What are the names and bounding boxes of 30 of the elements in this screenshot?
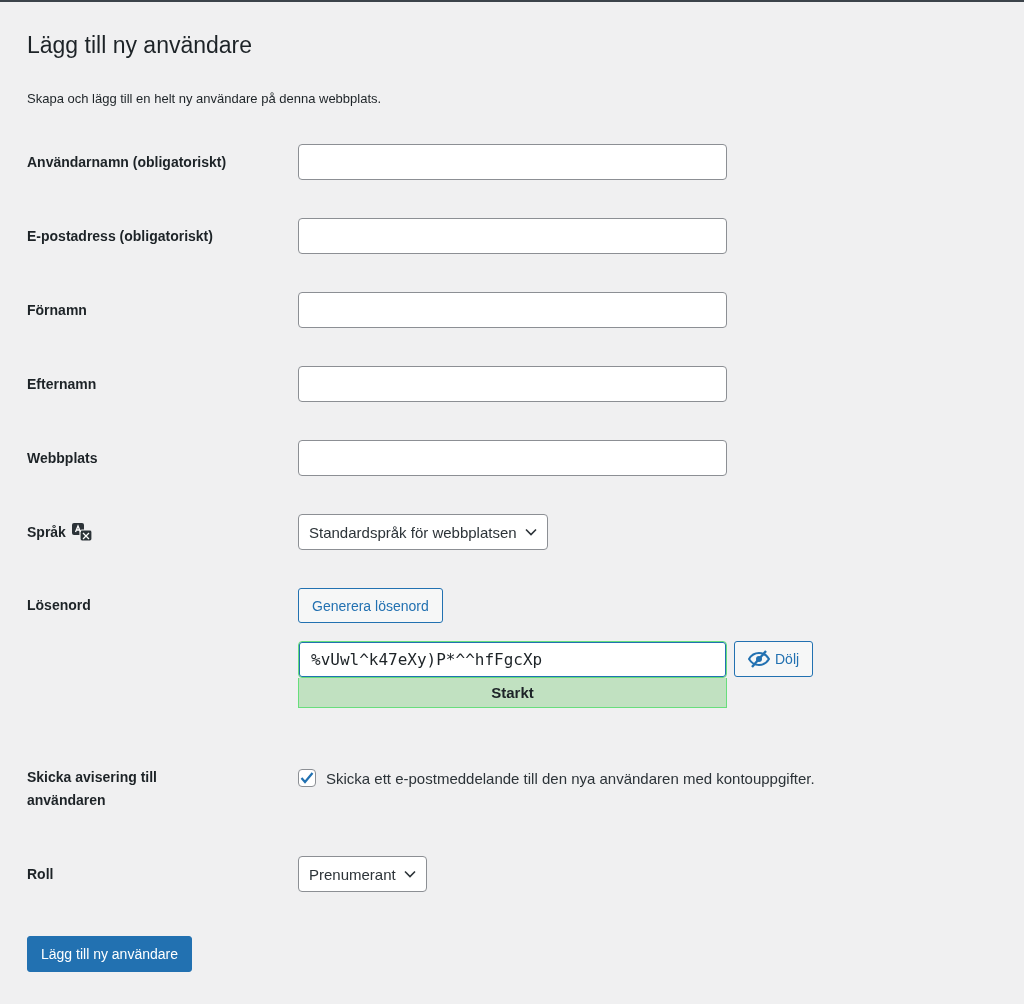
field-label: E-postadress (obligatoriskt) xyxy=(27,227,213,246)
generate-password-button[interactable]: Generera lösenord xyxy=(298,588,443,623)
field-label: Förnamn xyxy=(27,301,87,320)
field-label: Efternamn xyxy=(27,375,97,394)
field-label: Språk xyxy=(27,522,66,542)
password-strength-meter: Starkt xyxy=(298,678,727,708)
chevron-down-icon xyxy=(524,528,537,536)
password-field[interactable]: %vUwl^k47eXy)P*^^hfFgcXp xyxy=(298,641,727,678)
input-field[interactable] xyxy=(298,292,727,328)
language-select[interactable]: Standardspråk för webbplatsen xyxy=(298,514,548,550)
input-field[interactable] xyxy=(298,144,727,180)
page-title: Lägg till ny användare xyxy=(27,31,254,60)
input-field[interactable] xyxy=(298,366,727,402)
checkmark-icon xyxy=(300,772,314,784)
field-label: Webbplats xyxy=(27,449,98,468)
translate-icon xyxy=(71,522,93,542)
input-field[interactable] xyxy=(298,440,727,476)
field-label: Lösenord xyxy=(27,596,91,615)
field-label: Skicka avisering till användaren xyxy=(27,768,158,810)
hide-password-button[interactable]: Dölj xyxy=(734,641,814,677)
input-field[interactable] xyxy=(298,218,727,254)
add-user-button[interactable]: Lägg till ny användare xyxy=(27,936,192,972)
role-select[interactable]: Prenumerant xyxy=(298,856,427,892)
checkbox-label: Skicka ett e-postmeddelande till den nya användaren med kontouppgifter. xyxy=(326,769,815,787)
chevron-down-icon xyxy=(403,870,416,878)
field-label: Roll xyxy=(27,865,54,884)
eye-slash-icon xyxy=(748,650,770,668)
checkbox[interactable] xyxy=(298,769,316,787)
page-description: Skapa och lägg till en helt ny användare på denna webbplats. xyxy=(27,90,382,108)
field-label: Användarnamn (obligatoriskt) xyxy=(27,153,227,172)
